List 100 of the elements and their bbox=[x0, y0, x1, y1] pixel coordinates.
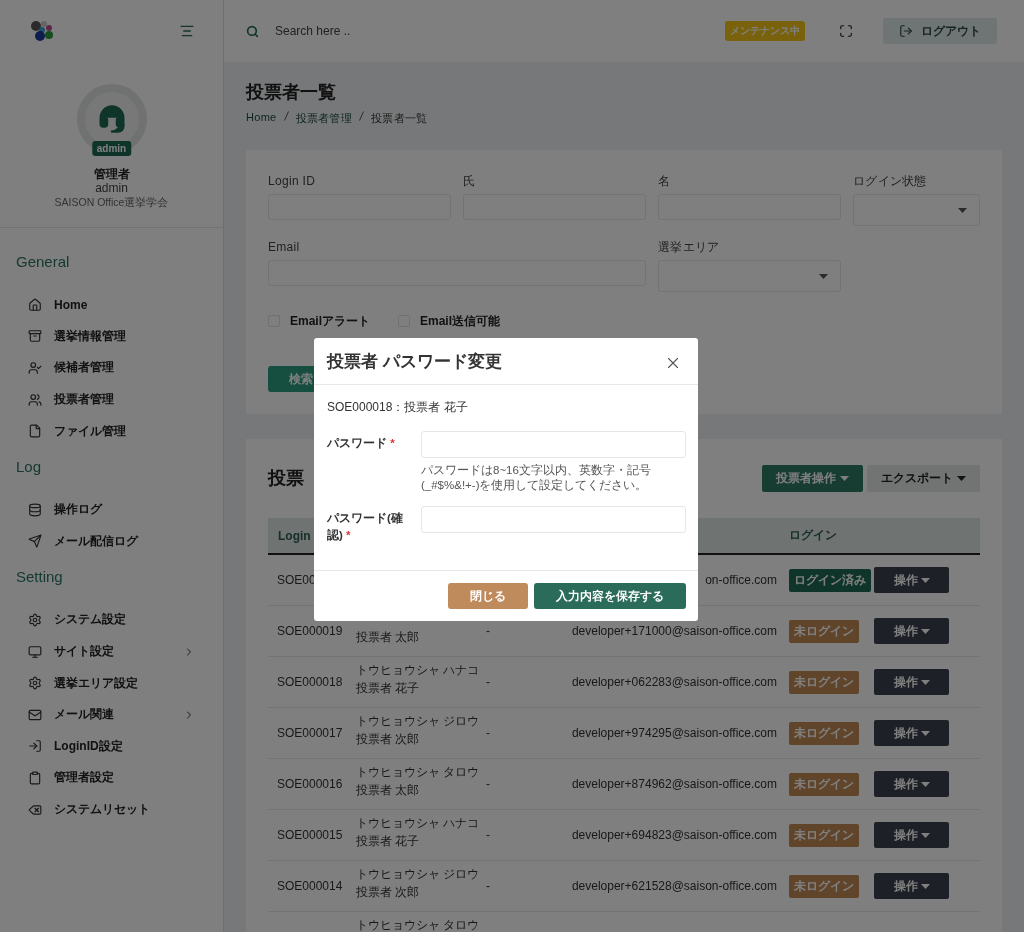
checkbox-label: Email送信可能 bbox=[420, 314, 501, 328]
action-button[interactable]: 操作 bbox=[874, 669, 949, 695]
clipboard-icon bbox=[28, 770, 42, 785]
backspace-icon bbox=[28, 802, 42, 817]
table-title: 投票 bbox=[268, 467, 304, 490]
breadcrumb-separator-icon bbox=[359, 111, 365, 121]
login-id-cell: SOE000018 bbox=[277, 675, 343, 689]
name-kana: トウヒョウシャ タロウ bbox=[356, 919, 481, 932]
action-button[interactable]: 操作 bbox=[874, 618, 949, 644]
dropdown-button[interactable]: エクスポート bbox=[867, 464, 980, 492]
settings-icon bbox=[28, 676, 42, 691]
action-button[interactable]: 操作 bbox=[874, 822, 949, 848]
nav-item[interactable]: 選挙エリア設定 bbox=[16, 667, 207, 699]
select-field[interactable] bbox=[853, 194, 980, 226]
logo-icon[interactable] bbox=[30, 20, 54, 42]
nav-item[interactable]: Home bbox=[16, 289, 207, 321]
page-title: 投票者一覧 bbox=[246, 81, 337, 104]
breadcrumb-link[interactable]: 投票者管理 bbox=[295, 111, 353, 126]
caret-icon bbox=[920, 679, 930, 685]
field-label: 選挙エリア bbox=[658, 240, 721, 254]
field-hint: パスワードは8~16文字以内、英数字・記号(_#$%&!+-)を使用して設定してください。 bbox=[421, 463, 652, 493]
breadcrumb-link[interactable]: Home bbox=[246, 111, 277, 126]
login-status-badge: 未ログイン bbox=[789, 772, 859, 796]
logout-icon bbox=[899, 24, 913, 38]
empty-value: - bbox=[486, 777, 490, 791]
logout-button[interactable]: ログアウト bbox=[883, 18, 997, 44]
breadcrumb-separator-icon bbox=[283, 111, 289, 121]
field-label: Email bbox=[268, 240, 301, 254]
close-dialog-button[interactable]: 閉じる bbox=[448, 583, 528, 609]
voter-label: SOE000018：投票者 花子 bbox=[327, 399, 469, 416]
empty-value: - bbox=[486, 624, 490, 638]
login-status-badge: 未ログイン bbox=[789, 670, 859, 694]
login-id-cell: SOE000017 bbox=[277, 726, 343, 740]
login-id-cell: SOE000019 bbox=[277, 624, 343, 638]
voter-name: 投票者 次郎 bbox=[356, 884, 421, 901]
nav-item[interactable]: ファイル管理 bbox=[16, 415, 207, 447]
caret-icon bbox=[920, 781, 930, 787]
voter-name: 投票者 太郎 bbox=[356, 629, 421, 646]
empty-value: - bbox=[486, 675, 490, 689]
caret-icon bbox=[920, 730, 930, 736]
password-field[interactable] bbox=[421, 431, 686, 458]
dialog-title: 投票者 パスワード変更 bbox=[327, 350, 502, 373]
file-icon bbox=[28, 424, 42, 439]
field-label: ログイン状態 bbox=[853, 174, 928, 188]
dropdown-button[interactable]: 投票者操作 bbox=[762, 464, 863, 492]
select-field[interactable] bbox=[658, 260, 841, 292]
database-icon bbox=[28, 502, 42, 517]
action-button[interactable]: 操作 bbox=[874, 873, 949, 899]
caret-icon bbox=[920, 628, 930, 634]
login-id-cell: SOE000016 bbox=[277, 777, 343, 791]
login-status-badge: ログイン済み bbox=[789, 568, 871, 592]
nav-section-title: Log bbox=[16, 457, 43, 476]
caret-icon bbox=[958, 207, 967, 213]
nav-item[interactable]: メール関連 bbox=[16, 698, 207, 731]
search-icon bbox=[246, 24, 259, 38]
action-button[interactable]: 操作 bbox=[874, 567, 949, 593]
nav-item[interactable]: 操作ログ bbox=[16, 493, 207, 526]
email-cell: developer+974295@saison-office.com bbox=[571, 726, 777, 740]
nav-item[interactable]: 選挙情報管理 bbox=[16, 320, 207, 353]
nav-item[interactable]: 管理者設定 bbox=[16, 762, 207, 794]
field-label: パスワード(確認) * bbox=[327, 511, 404, 543]
email-cell: developer+621528@saison-office.com bbox=[571, 879, 777, 893]
nav-item[interactable]: サイト設定 bbox=[16, 635, 207, 668]
password-field[interactable] bbox=[421, 506, 686, 533]
save-button[interactable]: 入力内容を保存する bbox=[534, 583, 686, 609]
fullscreen-button[interactable] bbox=[839, 24, 853, 38]
user-id: admin bbox=[95, 181, 128, 195]
home-icon bbox=[28, 297, 42, 312]
name-kana: トウヒョウシャ ジロウ bbox=[356, 868, 481, 881]
action-button[interactable]: 操作 bbox=[874, 720, 949, 746]
name-kana: トウヒョウシャ ハナコ bbox=[356, 817, 481, 830]
user-name: 管理者 bbox=[93, 167, 130, 181]
login-status-badge: 未ログイン bbox=[789, 619, 859, 643]
nav-item[interactable]: 投票者管理 bbox=[16, 383, 207, 416]
empty-value: - bbox=[486, 828, 490, 842]
mail-icon bbox=[28, 707, 42, 722]
name-kana: トウヒョウシャ タロウ bbox=[356, 766, 481, 779]
nav-item[interactable]: 候補者管理 bbox=[16, 352, 207, 384]
nav-section-title: General bbox=[16, 253, 71, 271]
caret-icon bbox=[819, 273, 828, 279]
monitor-icon bbox=[28, 644, 42, 659]
nav-item[interactable]: メール配信ログ bbox=[16, 525, 207, 558]
login-status-badge: 未ログイン bbox=[789, 874, 859, 898]
field-label: パスワード * bbox=[327, 436, 396, 451]
nav-item[interactable]: LoginID設定 bbox=[16, 730, 207, 763]
email-cell: developer+171000@saison-office.com bbox=[571, 624, 777, 638]
caret-icon bbox=[840, 475, 849, 481]
empty-value: - bbox=[486, 879, 490, 893]
caret-icon bbox=[920, 883, 930, 889]
checkbox-label: Emailアラート bbox=[290, 314, 370, 328]
field-label: 名 bbox=[658, 174, 672, 188]
menu-icon[interactable] bbox=[179, 23, 195, 39]
nav-section-title: Setting bbox=[16, 568, 64, 587]
field-label: Login ID bbox=[268, 174, 317, 188]
nav-item[interactable]: システム設定 bbox=[16, 604, 207, 636]
voter-name: 投票者 花子 bbox=[356, 680, 421, 697]
login-id-cell: SOE000015 bbox=[277, 828, 343, 842]
action-button[interactable]: 操作 bbox=[874, 771, 949, 797]
nav-item[interactable]: システムリセット bbox=[16, 793, 207, 826]
column-header: Login bbox=[278, 528, 311, 543]
